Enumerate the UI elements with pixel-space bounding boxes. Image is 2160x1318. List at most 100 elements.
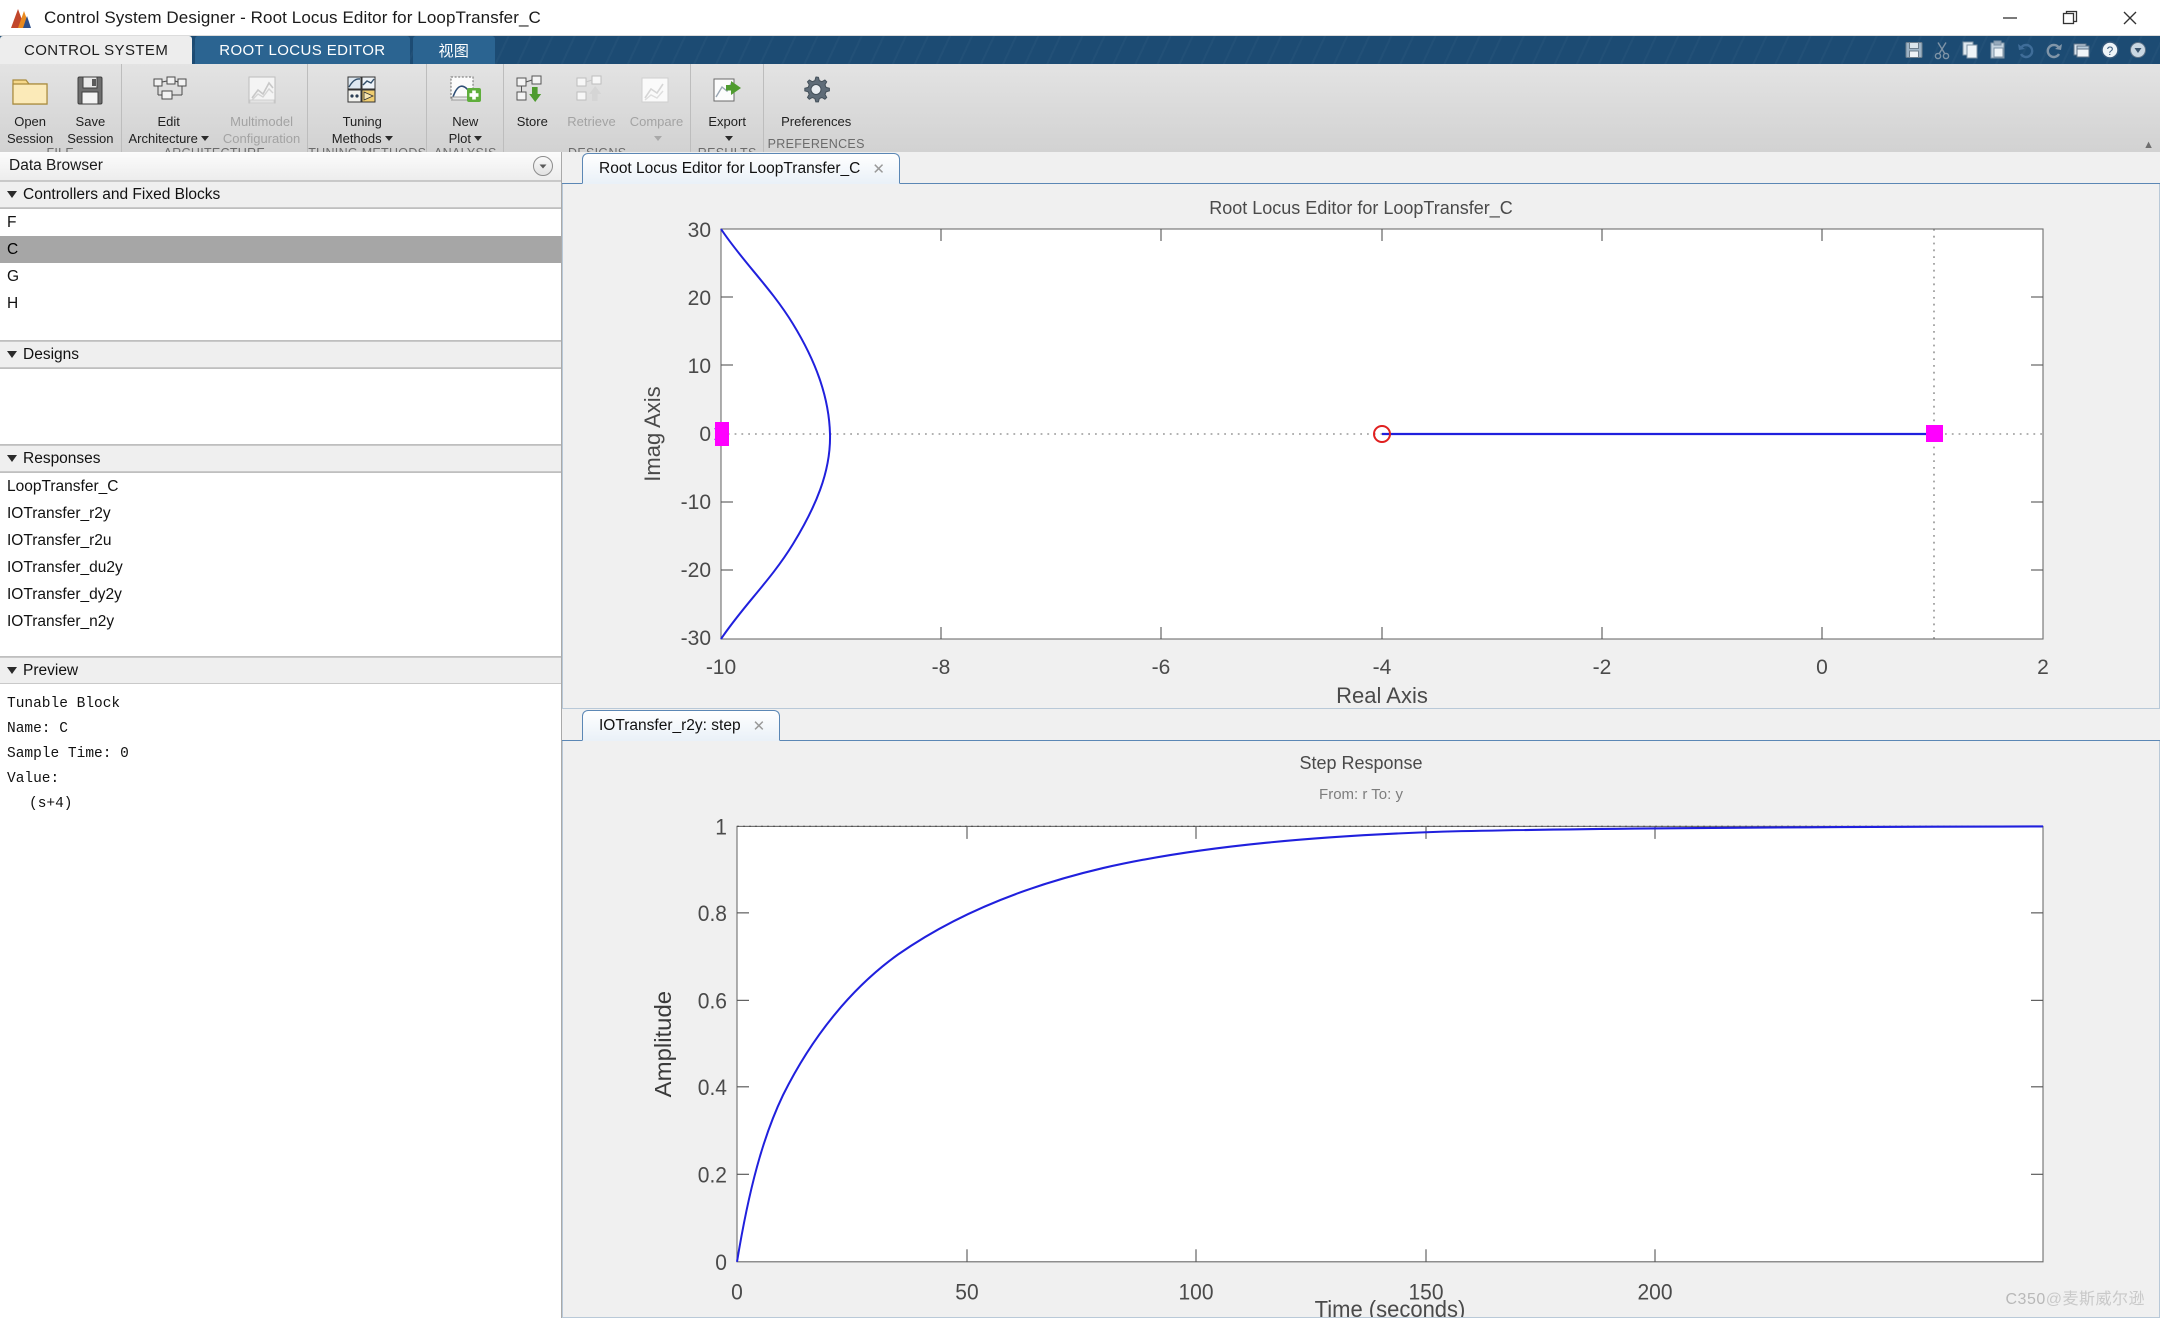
retrieve-button: Retrieve [560,68,622,129]
multimodel-icon [241,70,283,112]
chevron-down-icon[interactable] [724,136,733,141]
layout-icon[interactable] [2068,38,2096,62]
triangle-down-icon [7,455,17,462]
root-locus-plot[interactable]: Root Locus Editor for LoopTransfer_C 30 … [562,184,2160,709]
data-browser: Data Browser Controllers and Fixed Block… [0,152,562,1318]
tab-view-label: 视图 [438,42,470,60]
preview-line-3: Sample Time: 0 [7,746,129,762]
title-bar: Control System Designer - Root Locus Edi… [0,0,2160,36]
edit-architecture-button[interactable]: Edit Architecture [122,68,216,146]
list-item[interactable]: G [0,263,561,290]
list-item[interactable]: IOTransfer_du2y [0,554,561,581]
redo-icon [2040,38,2068,62]
list-item[interactable]: C [0,236,561,263]
more-icon[interactable] [2124,38,2152,62]
floppy-icon [69,70,111,112]
list-item-label: H [7,295,19,312]
responses-list[interactable]: LoopTransfer_C IOTransfer_r2y IOTransfer… [0,472,561,657]
undo-icon[interactable] [2012,38,2040,62]
maximize-button[interactable] [2040,0,2100,36]
controllers-list[interactable]: F C G H [0,208,561,341]
svg-text:0: 0 [699,423,711,446]
designs-list[interactable] [0,368,561,445]
list-item[interactable]: H [0,290,561,317]
preview-line-2: Name: C [7,721,68,737]
tab-step-response-plot-label: IOTransfer_r2y: step [599,716,741,734]
chevron-down-icon[interactable] [384,136,393,141]
list-item-label: C [7,241,19,258]
svg-text:0.6: 0.6 [698,989,727,1013]
ribbon-group-architecture: Edit Architecture Multimodel Configurati… [122,64,309,160]
export-caret-row [722,131,733,146]
edit-architecture-label-2-text: Architecture [128,131,198,146]
open-session-button[interactable]: Open Session [0,68,60,146]
svg-text:0: 0 [731,1280,743,1304]
list-item-label: IOTransfer_n2y [7,613,115,630]
tab-control-system[interactable]: CONTROL SYSTEM [0,36,193,64]
triangle-down-icon [7,351,17,358]
tuning-icon [341,70,383,112]
list-item-label: G [7,268,20,285]
tab-root-locus-editor-label: ROOT LOCUS EDITOR [219,41,386,59]
retrieve-label: Retrieve [567,114,616,129]
tuning-methods-button[interactable]: Tuning Methods [308,68,416,146]
preview-content: Tunable Block Name: C Sample Time: 0 Val… [0,684,561,1318]
copy-icon [1956,38,1984,62]
ribbon-group-label-preferences: PREFERENCES [767,136,865,151]
section-controllers-label: Controllers and Fixed Blocks [23,185,221,203]
edit-architecture-label-1: Edit [157,114,180,129]
section-preview-header[interactable]: Preview [0,657,561,684]
new-plot-label-2: Plot [449,131,482,146]
hide-panel-button[interactable] [533,156,553,176]
root-locus-axes: 30 20 10 0 -10 -20 -30 -10 -8 -6 -4 -2 0… [640,219,2049,708]
preferences-button[interactable]: Preferences [764,68,868,129]
close-icon[interactable]: ✕ [753,717,766,735]
help-icon[interactable]: ? [2096,38,2124,62]
store-button[interactable]: Store [504,68,560,129]
data-browser-header: Data Browser [0,152,561,181]
root-locus-xlabel: Real Axis [1336,683,1428,708]
section-controllers-header[interactable]: Controllers and Fixed Blocks [0,181,561,208]
edit-architecture-label-2: Architecture [129,131,209,146]
list-item[interactable]: IOTransfer_r2y [0,500,561,527]
open-session-label-1: Open [14,114,47,129]
paste-icon [1984,38,2012,62]
minimize-button[interactable] [1980,0,2040,36]
closed-loop-pole-right-marker [1926,425,1943,442]
compare-icon [635,70,677,112]
new-plot-button[interactable]: New Plot [427,68,503,146]
tab-step-response-plot[interactable]: IOTransfer_r2y: step ✕ [582,710,781,741]
export-button[interactable]: Export [691,68,763,146]
save-icon[interactable] [1900,38,1928,62]
list-item[interactable]: LoopTransfer_C [0,473,561,500]
close-icon[interactable]: ✕ [872,160,885,178]
close-button[interactable] [2100,0,2160,36]
section-responses-header[interactable]: Responses [0,445,561,472]
ribbon-group-designs: Store Retrieve Compare [504,64,692,160]
list-item[interactable]: IOTransfer_dy2y [0,581,561,608]
list-item-label: F [7,214,17,231]
tab-root-locus-plot[interactable]: Root Locus Editor for LoopTransfer_C ✕ [582,153,900,184]
export-label: Export [708,114,746,129]
ribbon-tab-strip: CONTROL SYSTEM ROOT LOCUS EDITOR 视图 ? [0,36,2160,64]
step-response-xlabel: Time (seconds) [1315,1297,1466,1317]
chevron-down-icon [653,136,662,141]
list-item[interactable]: F [0,209,561,236]
chevron-down-icon[interactable] [200,136,209,141]
ribbon-collapse-icon[interactable]: ▲ [2143,139,2154,151]
tab-view[interactable]: 视图 [412,36,496,64]
step-response-plot[interactable]: Step Response From: r To: y 1 0.8 0.6 0.… [562,741,2160,1318]
quick-access-toolbar: ? [1900,36,2160,64]
list-item-label: IOTransfer_r2u [7,532,112,549]
chevron-down-icon[interactable] [474,136,482,141]
list-item[interactable]: IOTransfer_r2u [0,527,561,554]
list-item[interactable]: IOTransfer_n2y [0,608,561,635]
tab-root-locus-editor[interactable]: ROOT LOCUS EDITOR [195,36,410,64]
triangle-down-icon [7,667,17,674]
root-locus-ylabel: Imag Axis [640,386,665,481]
compare-caret-row [651,131,662,146]
save-session-button[interactable]: Save Session [60,68,120,146]
multimodel-configuration-button: Multimodel Configuration [216,68,307,146]
compare-label: Compare [629,114,684,129]
section-designs-header[interactable]: Designs [0,341,561,368]
